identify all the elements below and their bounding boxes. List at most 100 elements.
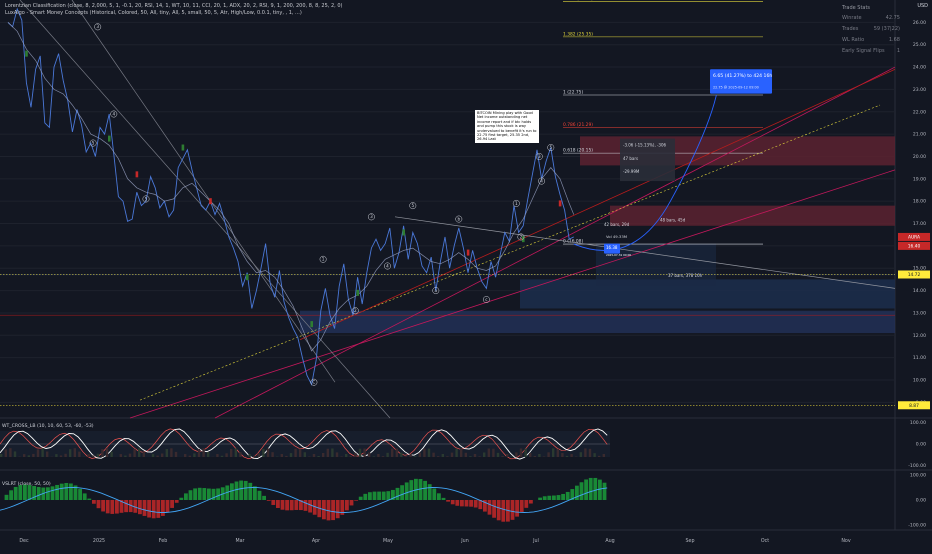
volume-bar	[267, 448, 269, 457]
oscillator-title: WT_CROSS_LB (10, 10, 60, 53, -60, -53)	[2, 423, 94, 429]
projection-label-text: 6.65 (41.27%) to 424 16h	[713, 73, 772, 79]
price-callout-text: 16.38	[606, 245, 618, 250]
price-axis-tick: 10.00	[913, 378, 926, 384]
volume-bar	[152, 454, 154, 457]
fib-level-label: 0.618 (20.15)	[563, 148, 593, 154]
histogram-bar	[469, 500, 473, 507]
volume-bar	[377, 454, 379, 457]
volume-bar	[32, 454, 34, 457]
histogram-bar	[276, 500, 280, 508]
channel-center-line	[140, 105, 880, 400]
volume-bar	[561, 453, 563, 457]
histogram-bar	[239, 481, 243, 500]
volume-bar	[46, 452, 48, 457]
trade-stats-row: Winrate42.75	[842, 13, 900, 24]
volume-bar	[285, 456, 287, 457]
histogram-bar	[184, 493, 188, 500]
volume-bar	[501, 456, 503, 457]
histogram-bar	[455, 500, 459, 506]
volume-bar	[37, 449, 39, 457]
price-axis-tick: 19.00	[913, 176, 926, 182]
volume-bar	[235, 448, 237, 457]
price-axis-badge-text: 14.72	[908, 272, 921, 278]
histogram-bar	[428, 484, 432, 500]
oscillator-axis-tick: 0.00	[916, 442, 926, 448]
histogram-bar	[524, 500, 528, 508]
annotation-note[interactable]: BITCOIN Mining play with Good Net income…	[475, 110, 539, 143]
time-axis-tick: Nov	[841, 538, 851, 544]
histogram-bar	[143, 500, 147, 516]
wave-label: 2	[520, 234, 523, 239]
volume-bar	[313, 454, 315, 457]
volume-bar	[97, 454, 99, 457]
indicator-title-lorentzian[interactable]: Lorentzian Classification (close, 8, 2,0…	[5, 3, 342, 9]
signal-marker	[136, 171, 139, 177]
volume-bar	[437, 456, 439, 457]
volume-bar	[248, 454, 250, 457]
histogram-bar	[37, 487, 41, 500]
measure-box-text: -3.06 (-15.13%), -306	[623, 142, 667, 147]
volume-bar	[506, 454, 508, 457]
wave-label: 5	[92, 140, 95, 145]
volume-bar	[488, 449, 490, 457]
signal-marker	[246, 274, 249, 280]
volume-bar	[216, 454, 218, 457]
volume-bar	[124, 456, 126, 457]
histogram-bar	[207, 489, 211, 500]
currency-label: USD	[917, 3, 928, 9]
price-axis-tick: 23.00	[913, 87, 926, 93]
histogram-bar	[359, 497, 363, 500]
volume-bar	[465, 453, 467, 457]
signal-marker	[108, 136, 111, 142]
bar-count-label: 48 bars, 45d	[660, 217, 686, 222]
volume-bar	[442, 454, 444, 457]
wave-label: b	[457, 216, 460, 221]
time-axis-tick: Feb	[159, 538, 168, 544]
volume-bar	[419, 453, 421, 457]
signal-marker	[559, 200, 562, 206]
histogram-bar	[547, 496, 551, 500]
histogram-bar	[304, 500, 308, 511]
volume-bar	[0, 454, 2, 457]
histogram-bar	[92, 500, 96, 504]
volume-bar	[170, 448, 172, 457]
chart-workspace[interactable]: 1.618 (26.94)1.382 (25.35)1 (22.75)0.786…	[0, 0, 932, 550]
histogram-bar	[281, 500, 285, 510]
histogram-bar	[60, 484, 64, 500]
volume-bar	[354, 453, 356, 457]
histogram-bar	[350, 500, 354, 505]
histogram-bar	[285, 500, 289, 510]
volume-bar	[469, 456, 471, 457]
volume-bar	[524, 449, 526, 457]
volume-bar	[345, 454, 347, 457]
histogram-bar	[580, 482, 584, 500]
chart-canvas[interactable]: 1.618 (26.94)1.382 (25.35)1 (22.75)0.786…	[0, 0, 932, 550]
indicator-title-smc[interactable]: LuxAlgo - Smart Money Concepts (Historic…	[5, 10, 302, 16]
wave-label: C	[312, 380, 315, 385]
volume-bar	[69, 449, 71, 457]
histogram-bar	[78, 489, 82, 500]
time-axis-tick: Jul	[532, 538, 539, 544]
histogram-bar	[446, 500, 450, 502]
histogram-bar	[258, 491, 262, 500]
histogram-bar	[18, 485, 22, 500]
histogram-bar	[235, 482, 239, 500]
volume-bar	[193, 453, 195, 457]
volume-bar	[106, 448, 108, 457]
volume-bar	[340, 456, 342, 457]
price-axis-badge-text: AURA	[908, 235, 920, 241]
volume-bar	[474, 454, 476, 457]
volume-bar	[529, 453, 531, 457]
histogram-bar	[345, 500, 349, 510]
histogram-bar	[115, 500, 119, 514]
volume-bar	[455, 449, 457, 457]
signal-marker	[310, 321, 313, 327]
signal-marker	[209, 198, 212, 204]
histogram-bar	[147, 500, 151, 518]
volume-bar	[304, 452, 306, 457]
histogram-bar	[396, 488, 400, 500]
wave-label: 3	[370, 214, 373, 219]
histogram-bar	[543, 496, 547, 500]
volume-bar	[492, 449, 494, 457]
volume-bar	[189, 456, 191, 457]
